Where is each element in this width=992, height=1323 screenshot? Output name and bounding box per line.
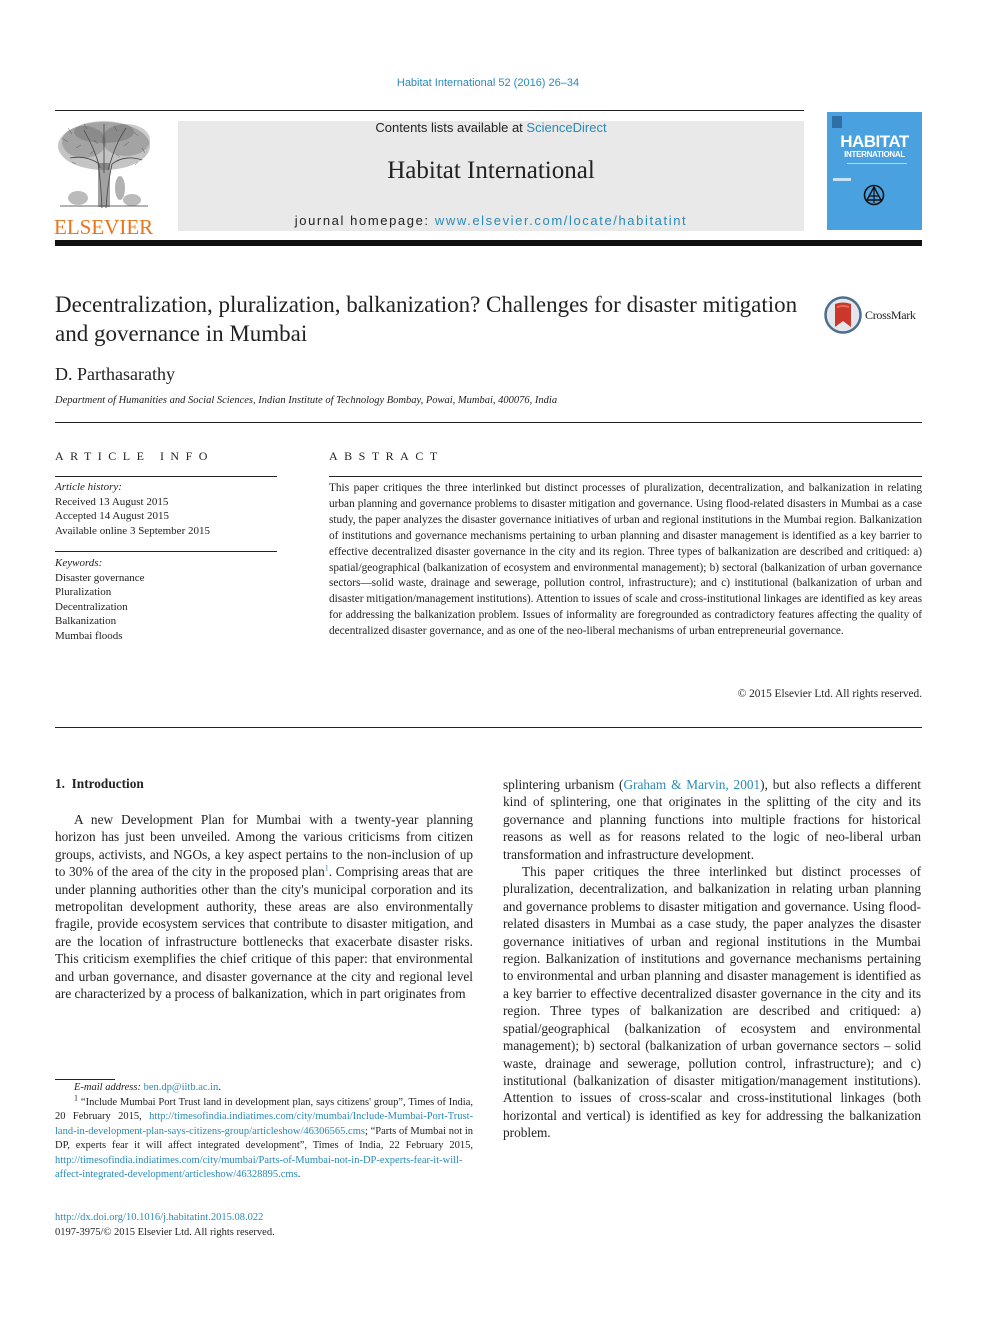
doi-link[interactable]: http://dx.doi.org/10.1016/j.habitatint.2… (55, 1212, 263, 1223)
homepage-prefix: journal homepage: (294, 213, 435, 228)
contents-prefix: Contents lists available at (375, 120, 527, 135)
keyword-item: Pluralization (55, 586, 112, 598)
article-history: Article history: Received 13 August 2015… (55, 480, 277, 538)
footnote-link-times-2[interactable]: http://timesofindia.indiatimes.com/city/… (55, 1155, 462, 1181)
article-history-label: Article history: (55, 481, 122, 493)
body-right-column: splintering urbanism (Graham & Marvin, 2… (503, 776, 921, 1142)
keywords-rule (55, 551, 277, 552)
elsevier-tree-icon (58, 121, 150, 209)
issn-copyright: 0197-3975/© 2015 Elsevier Ltd. All right… (55, 1227, 275, 1238)
keyword-item: Decentralization (55, 600, 128, 613)
history-online: Available online 3 September 2015 (55, 524, 210, 537)
cover-emblem-icon (863, 184, 885, 206)
abstract-rule (329, 476, 922, 477)
keyword-item: Balkanization (55, 615, 117, 627)
paragraph-text: . Comprising areas that are under planni… (55, 864, 473, 1002)
contents-availability: Contents lists available at ScienceDirec… (178, 121, 804, 135)
author-email-link[interactable]: ben.dp@iitb.ac.in (144, 1082, 219, 1093)
keywords-list: Keywords: Disaster governance Pluralizat… (55, 556, 277, 643)
abstract-divider (55, 727, 922, 728)
journal-homepage: journal homepage: www.elsevier.com/locat… (178, 213, 804, 228)
footnote-1: 1 “Include Mumbai Port Trust land in dev… (55, 1093, 473, 1183)
section-heading-introduction: 1. Introduction (55, 776, 144, 791)
body-left-column: A new Development Plan for Mumbai with a… (55, 811, 473, 1002)
cover-title: HABITAT (840, 132, 909, 151)
journal-citation-link[interactable]: Habitat International 52 (2016) 26–34 (0, 77, 976, 89)
email-footnote: E-mail address: ben.dp@iitb.ac.in. (55, 1081, 473, 1096)
masthead-divider (55, 240, 922, 246)
article-title: Decentralization, pluralization, balkani… (55, 292, 798, 346)
history-accepted: Accepted 14 August 2015 (55, 510, 169, 522)
keyword-item: Mumbai floods (55, 629, 123, 642)
cover-volume-mark (833, 178, 851, 181)
footnotes: E-mail address: ben.dp@iitb.ac.in. 1 “In… (55, 1081, 473, 1183)
cover-subtitle: INTERNATIONAL (844, 150, 905, 159)
paragraph-text: splintering urbanism ( (503, 777, 624, 792)
author-name[interactable]: D. Parthasarathy (55, 364, 175, 385)
crossmark-icon (824, 296, 862, 334)
citation-graham-marvin-link[interactable]: Graham & Marvin, 2001 (623, 777, 760, 792)
journal-cover-thumbnail[interactable]: HABITAT INTERNATIONAL (827, 112, 922, 230)
intro-paragraph-1-cont: splintering urbanism (Graham & Marvin, 2… (503, 776, 921, 863)
elsevier-wordmark: ELSEVIER (54, 215, 154, 239)
intro-paragraph-2: This paper critiques the three interlink… (503, 864, 921, 1141)
abstract-text: This paper critiques the three interlink… (329, 482, 922, 638)
header-rule (55, 110, 804, 111)
footnote-rule (55, 1079, 115, 1080)
email-label: E-mail address: (74, 1082, 141, 1093)
abstract-copyright: © 2015 Elsevier Ltd. All rights reserved… (737, 688, 922, 700)
keyword-item: Disaster governance (55, 571, 145, 584)
elsevier-logo[interactable]: ELSEVIER (54, 118, 156, 239)
cover-badge (832, 116, 842, 128)
title-divider (55, 422, 922, 423)
journal-title: Habitat International (387, 157, 595, 184)
crossmark-button[interactable]: CrossMark (824, 296, 924, 334)
footnote-1-mark: 1 (74, 1093, 78, 1102)
sciencedirect-link[interactable]: ScienceDirect (526, 120, 606, 135)
abstract-heading: ABSTRACT (329, 449, 444, 463)
author-affiliation: Department of Humanities and Social Scie… (55, 395, 558, 406)
email-end: . (218, 1082, 221, 1093)
cover-rule (847, 163, 907, 164)
crossmark-label: CrossMark (865, 308, 916, 322)
article-info-rule (55, 476, 277, 477)
keywords-label: Keywords: (55, 557, 103, 569)
intro-paragraph-1: A new Development Plan for Mumbai with a… (55, 811, 473, 1002)
journal-homepage-link[interactable]: www.elsevier.com/locate/habitatint (435, 213, 687, 228)
doi-block: http://dx.doi.org/10.1016/j.habitatint.2… (55, 1210, 275, 1240)
history-received: Received 13 August 2015 (55, 495, 169, 508)
journal-masthead: Contents lists available at ScienceDirec… (178, 121, 804, 231)
article-info-heading: ARTICLE INFO (55, 449, 214, 463)
footnote-end: . (297, 1169, 301, 1180)
